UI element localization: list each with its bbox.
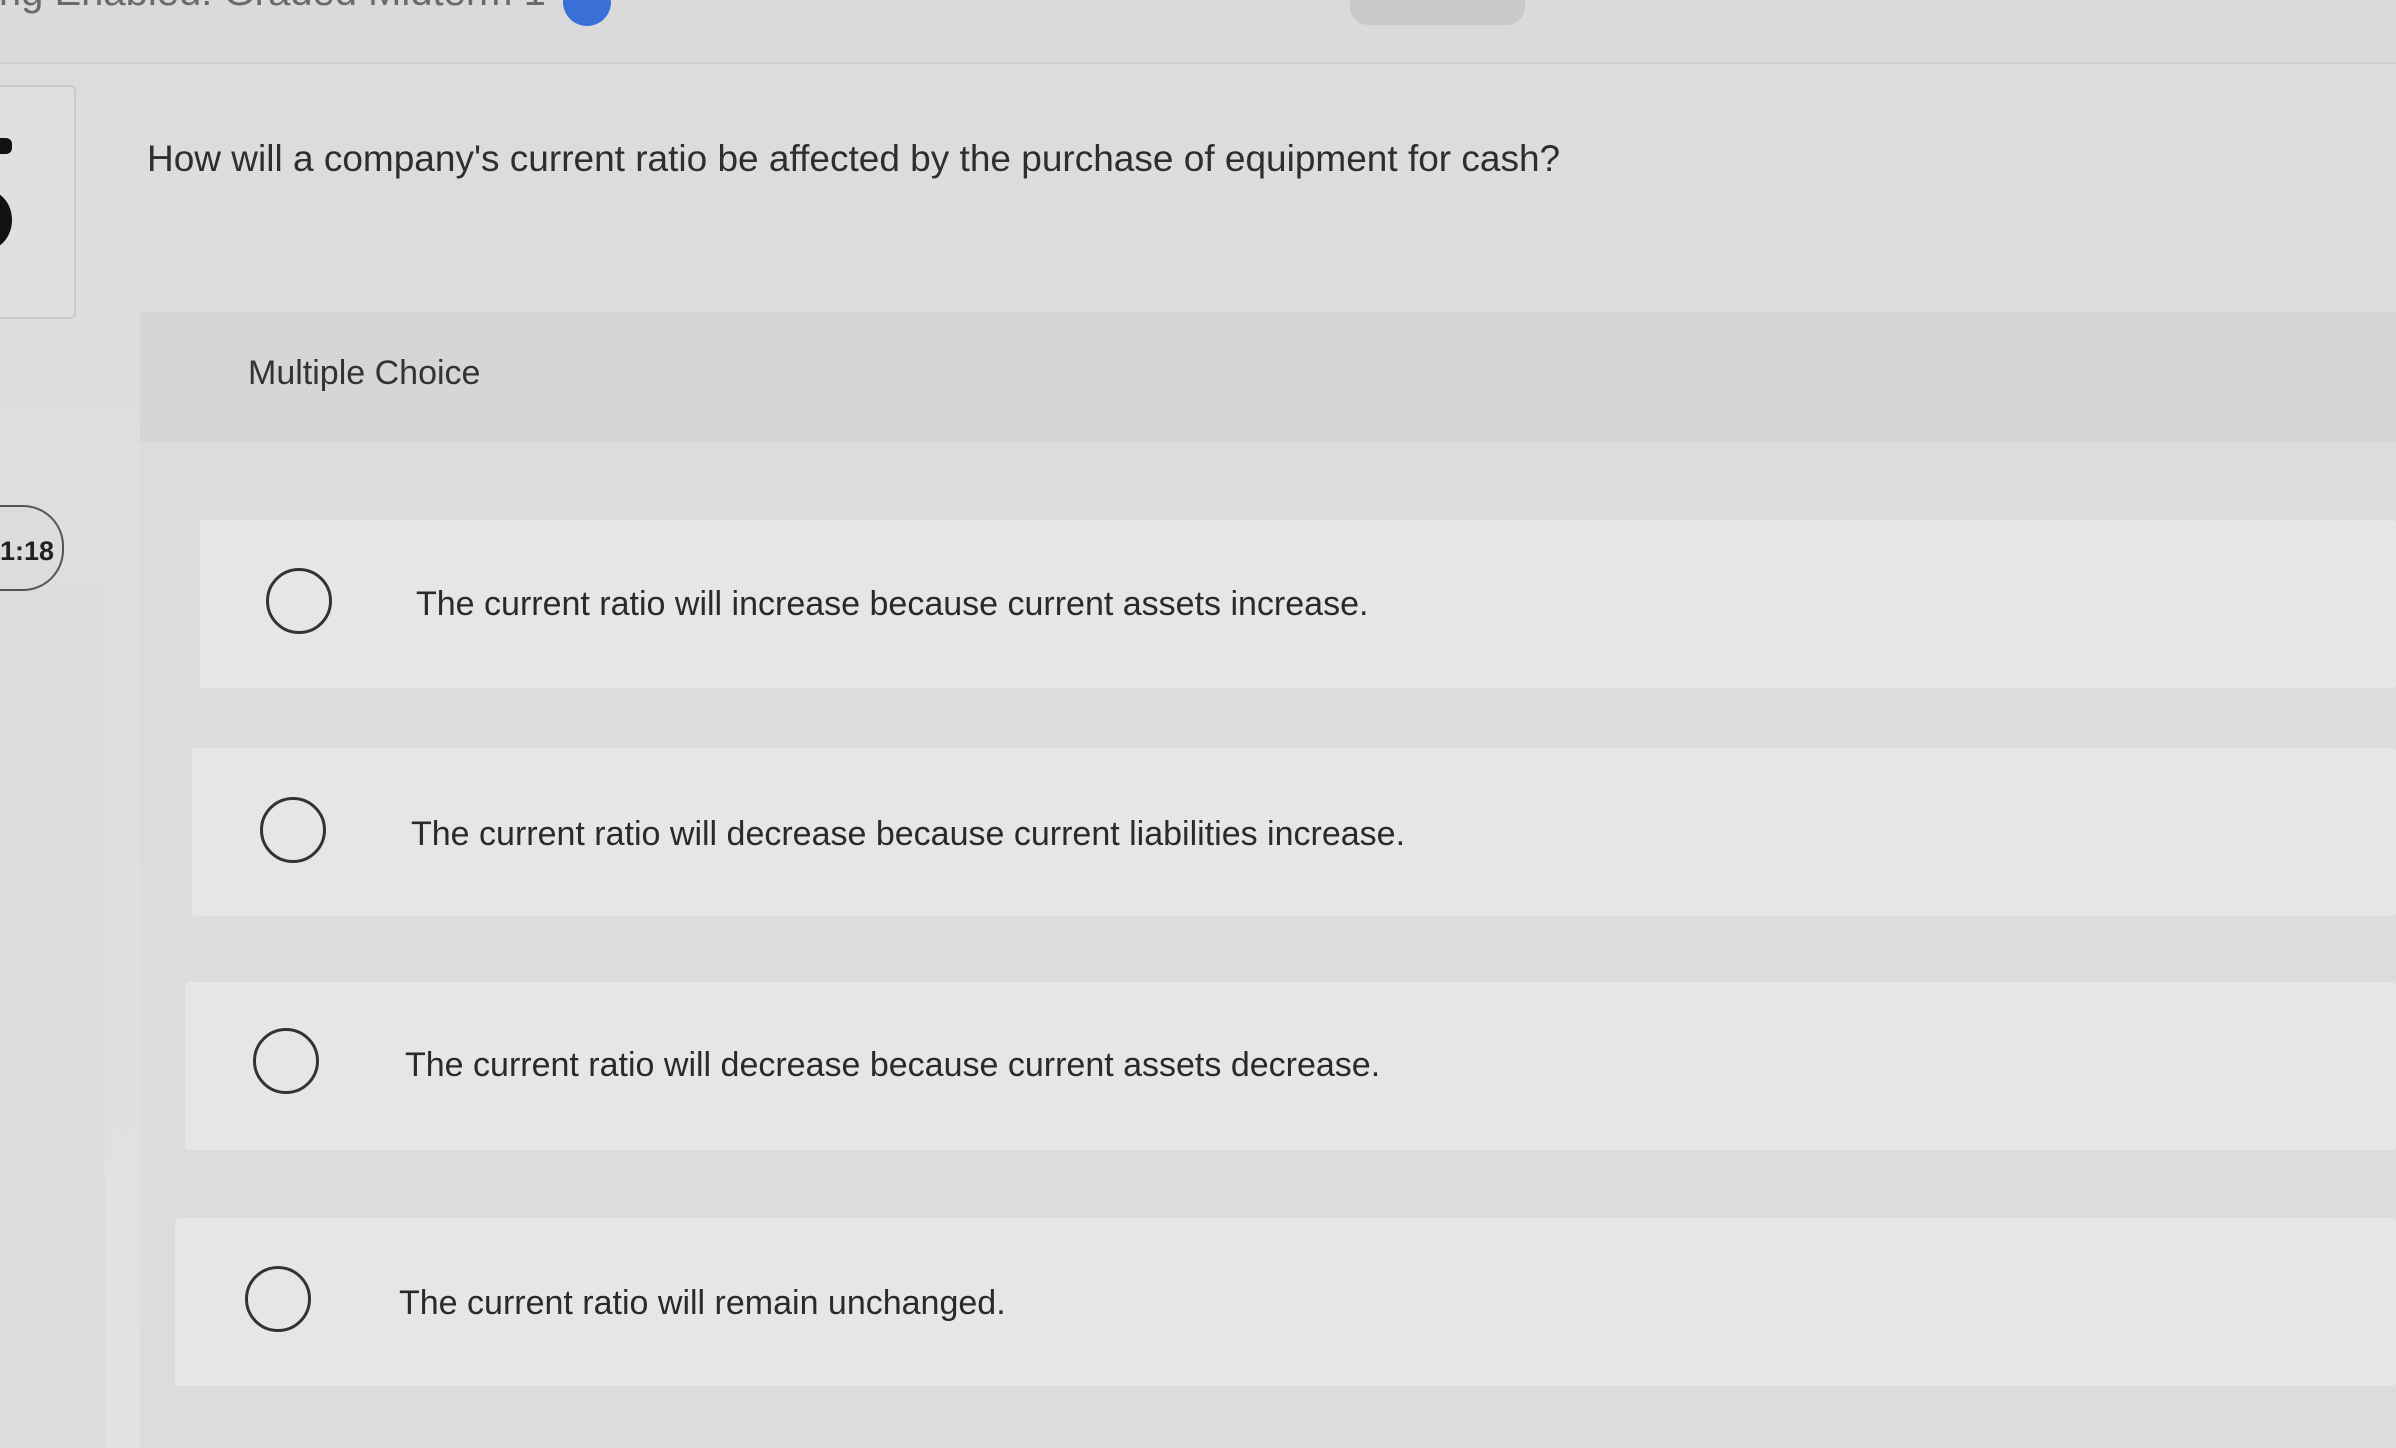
question-prompt: How will a company's current ratio be af… <box>147 138 1561 179</box>
saved-status-badge <box>1350 0 1525 25</box>
radio-unchecked-icon[interactable] <box>253 1028 319 1094</box>
nav-marker-icon <box>0 138 12 154</box>
answer-option-label: The current ratio will decrease because … <box>411 815 1406 853</box>
info-icon[interactable] <box>563 0 611 26</box>
timer-value: 1:18 <box>0 536 55 566</box>
top-header-bar: ing Enabled: Graded Midterm 1 <box>0 0 2396 64</box>
left-rail <box>0 590 105 1448</box>
quiz-page: ing Enabled: Graded Midterm 1 1:18 How w… <box>0 0 2396 1448</box>
answer-option-label: The current ratio will remain unchanged. <box>399 1284 1006 1322</box>
answer-option-label: The current ratio will decrease because … <box>405 1046 1381 1084</box>
assignment-title: ing Enabled: Graded Midterm 1 <box>0 0 546 15</box>
answer-option[interactable]: The current ratio will decrease because … <box>192 748 2396 916</box>
radio-unchecked-icon[interactable] <box>266 568 332 634</box>
question-nav-card[interactable] <box>0 85 76 319</box>
answer-option[interactable]: The current ratio will remain unchanged. <box>175 1218 2396 1386</box>
answer-option-label: The current ratio will increase because … <box>416 585 1369 623</box>
answer-option[interactable]: The current ratio will decrease because … <box>185 982 2396 1150</box>
radio-unchecked-icon[interactable] <box>260 797 326 863</box>
radio-unchecked-icon[interactable] <box>245 1266 311 1332</box>
answer-option[interactable]: The current ratio will increase because … <box>200 520 2396 688</box>
question-type-label: Multiple Choice <box>248 354 481 392</box>
